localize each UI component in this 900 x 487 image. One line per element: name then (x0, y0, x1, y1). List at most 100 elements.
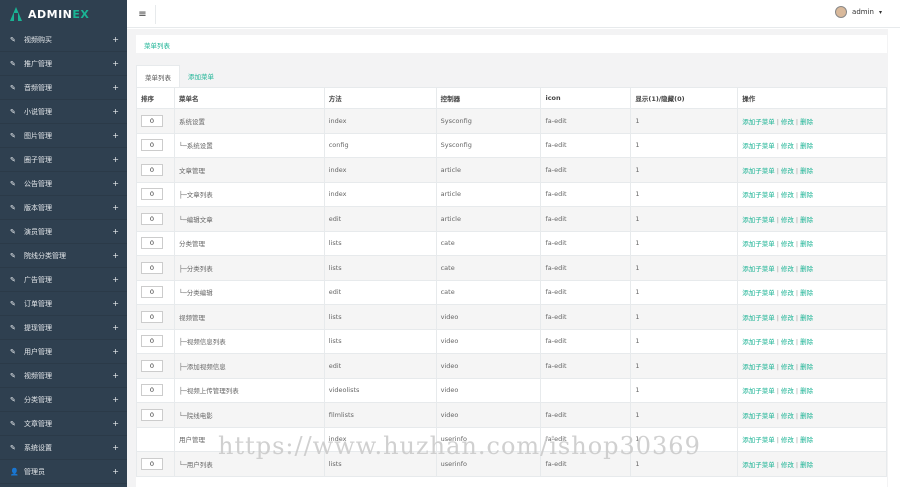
delete-link[interactable]: 删除 (800, 240, 813, 248)
sort-input[interactable]: 0 (141, 335, 163, 348)
user-menu[interactable]: admin ▾ (835, 6, 882, 18)
sidebar-item[interactable]: ✎ 提现管理 + (0, 316, 127, 340)
add-submenu-link[interactable]: 添加子菜单 (742, 338, 775, 346)
delete-link[interactable]: 删除 (800, 142, 813, 150)
delete-link[interactable]: 删除 (800, 191, 813, 199)
sidebar-item[interactable]: ✎ 圈子管理 + (0, 148, 127, 172)
sort-input[interactable]: 0 (141, 261, 163, 274)
expand-plus-icon[interactable]: + (112, 107, 119, 116)
expand-plus-icon[interactable]: + (112, 347, 119, 356)
delete-link[interactable]: 删除 (800, 436, 813, 444)
edit-link[interactable]: 修改 (781, 289, 794, 297)
edit-link[interactable]: 修改 (781, 118, 794, 126)
sidebar-item[interactable]: ✎ 广告管理 + (0, 268, 127, 292)
delete-link[interactable]: 删除 (800, 216, 813, 224)
add-submenu-link[interactable]: 添加子菜单 (742, 363, 775, 371)
menu-toggle-button[interactable]: ≡ (130, 5, 156, 24)
expand-plus-icon[interactable]: + (112, 419, 119, 428)
sidebar-item[interactable]: ✎ 订单管理 + (0, 292, 127, 316)
delete-link[interactable]: 删除 (800, 289, 813, 297)
edit-link[interactable]: 修改 (781, 191, 794, 199)
add-submenu-link[interactable]: 添加子菜单 (742, 436, 775, 444)
brand-logo[interactable]: ADMIN EX (0, 0, 127, 28)
add-submenu-link[interactable]: 添加子菜单 (742, 216, 775, 224)
add-submenu-link[interactable]: 添加子菜单 (742, 142, 775, 150)
expand-plus-icon[interactable]: + (112, 323, 119, 332)
sort-input[interactable]: 0 (141, 139, 163, 152)
edit-link[interactable]: 修改 (781, 338, 794, 346)
sort-input[interactable]: 0 (141, 286, 163, 299)
sort-input[interactable]: 0 (141, 114, 163, 127)
breadcrumb-link[interactable]: 菜单列表 (144, 42, 170, 50)
expand-plus-icon[interactable]: + (112, 275, 119, 284)
delete-link[interactable]: 删除 (800, 363, 813, 371)
sidebar-item[interactable]: ✎ 系统设置 + (0, 436, 127, 460)
edit-link[interactable]: 修改 (781, 167, 794, 175)
delete-link[interactable]: 删除 (800, 167, 813, 175)
sidebar-item[interactable]: ✎ 音频管理 + (0, 76, 127, 100)
sort-input[interactable]: 0 (141, 457, 163, 470)
tab[interactable]: 添加菜单 (180, 65, 222, 87)
expand-plus-icon[interactable]: + (112, 59, 119, 68)
sidebar-item[interactable]: ✎ 演员管理 + (0, 220, 127, 244)
add-submenu-link[interactable]: 添加子菜单 (742, 412, 775, 420)
delete-link[interactable]: 删除 (800, 314, 813, 322)
expand-plus-icon[interactable]: + (112, 371, 119, 380)
add-submenu-link[interactable]: 添加子菜单 (742, 314, 775, 322)
delete-link[interactable]: 删除 (800, 338, 813, 346)
delete-link[interactable]: 删除 (800, 265, 813, 273)
delete-link[interactable]: 删除 (800, 461, 813, 469)
sidebar-item[interactable]: ✎ 用户管理 + (0, 340, 127, 364)
sort-input[interactable]: 0 (141, 384, 163, 397)
sidebar-item[interactable]: ✎ 推广管理 + (0, 52, 127, 76)
sidebar-item[interactable]: ✎ 公告管理 + (0, 172, 127, 196)
edit-link[interactable]: 修改 (781, 216, 794, 224)
add-submenu-link[interactable]: 添加子菜单 (742, 167, 775, 175)
add-submenu-link[interactable]: 添加子菜单 (742, 240, 775, 248)
expand-plus-icon[interactable]: + (112, 299, 119, 308)
edit-link[interactable]: 修改 (781, 436, 794, 444)
edit-link[interactable]: 修改 (781, 314, 794, 322)
delete-link[interactable]: 删除 (800, 118, 813, 126)
delete-link[interactable]: 删除 (800, 412, 813, 420)
sort-input[interactable]: 0 (141, 310, 163, 323)
expand-plus-icon[interactable]: + (112, 155, 119, 164)
expand-plus-icon[interactable]: + (112, 443, 119, 452)
sort-input[interactable]: 0 (141, 359, 163, 372)
sort-input[interactable]: 0 (141, 408, 163, 421)
expand-plus-icon[interactable]: + (112, 203, 119, 212)
add-submenu-link[interactable]: 添加子菜单 (742, 461, 775, 469)
sort-input[interactable]: 0 (141, 188, 163, 201)
edit-link[interactable]: 修改 (781, 265, 794, 273)
sidebar-item[interactable]: ✎ 分类管理 + (0, 388, 127, 412)
edit-link[interactable]: 修改 (781, 461, 794, 469)
sidebar-item[interactable]: ✎ 院线分类管理 + (0, 244, 127, 268)
sidebar-item[interactable]: ✎ 视频管理 + (0, 364, 127, 388)
sidebar-item[interactable]: ✎ 版本管理 + (0, 196, 127, 220)
expand-plus-icon[interactable]: + (112, 395, 119, 404)
add-submenu-link[interactable]: 添加子菜单 (742, 118, 775, 126)
sort-input[interactable]: 0 (141, 212, 163, 225)
expand-plus-icon[interactable]: + (112, 227, 119, 236)
expand-plus-icon[interactable]: + (112, 251, 119, 260)
expand-plus-icon[interactable]: + (112, 131, 119, 140)
expand-plus-icon[interactable]: + (112, 179, 119, 188)
sort-input[interactable]: 0 (141, 237, 163, 250)
expand-plus-icon[interactable]: + (112, 35, 119, 44)
add-submenu-link[interactable]: 添加子菜单 (742, 191, 775, 199)
add-submenu-link[interactable]: 添加子菜单 (742, 387, 775, 395)
sidebar-item[interactable]: ✎ 小说管理 + (0, 100, 127, 124)
edit-link[interactable]: 修改 (781, 240, 794, 248)
expand-plus-icon[interactable]: + (112, 83, 119, 92)
tab[interactable]: 菜单列表 (136, 65, 180, 87)
add-submenu-link[interactable]: 添加子菜单 (742, 265, 775, 273)
edit-link[interactable]: 修改 (781, 142, 794, 150)
delete-link[interactable]: 删除 (800, 387, 813, 395)
edit-link[interactable]: 修改 (781, 363, 794, 371)
sidebar-item[interactable]: ✎ 视频购买 + (0, 28, 127, 52)
expand-plus-icon[interactable]: + (112, 467, 119, 476)
sidebar-item[interactable]: ✎ 图片管理 + (0, 124, 127, 148)
sidebar-item[interactable]: ✎ 文章管理 + (0, 412, 127, 436)
edit-link[interactable]: 修改 (781, 387, 794, 395)
sidebar-item[interactable]: 👤 管理员 + (0, 460, 127, 484)
